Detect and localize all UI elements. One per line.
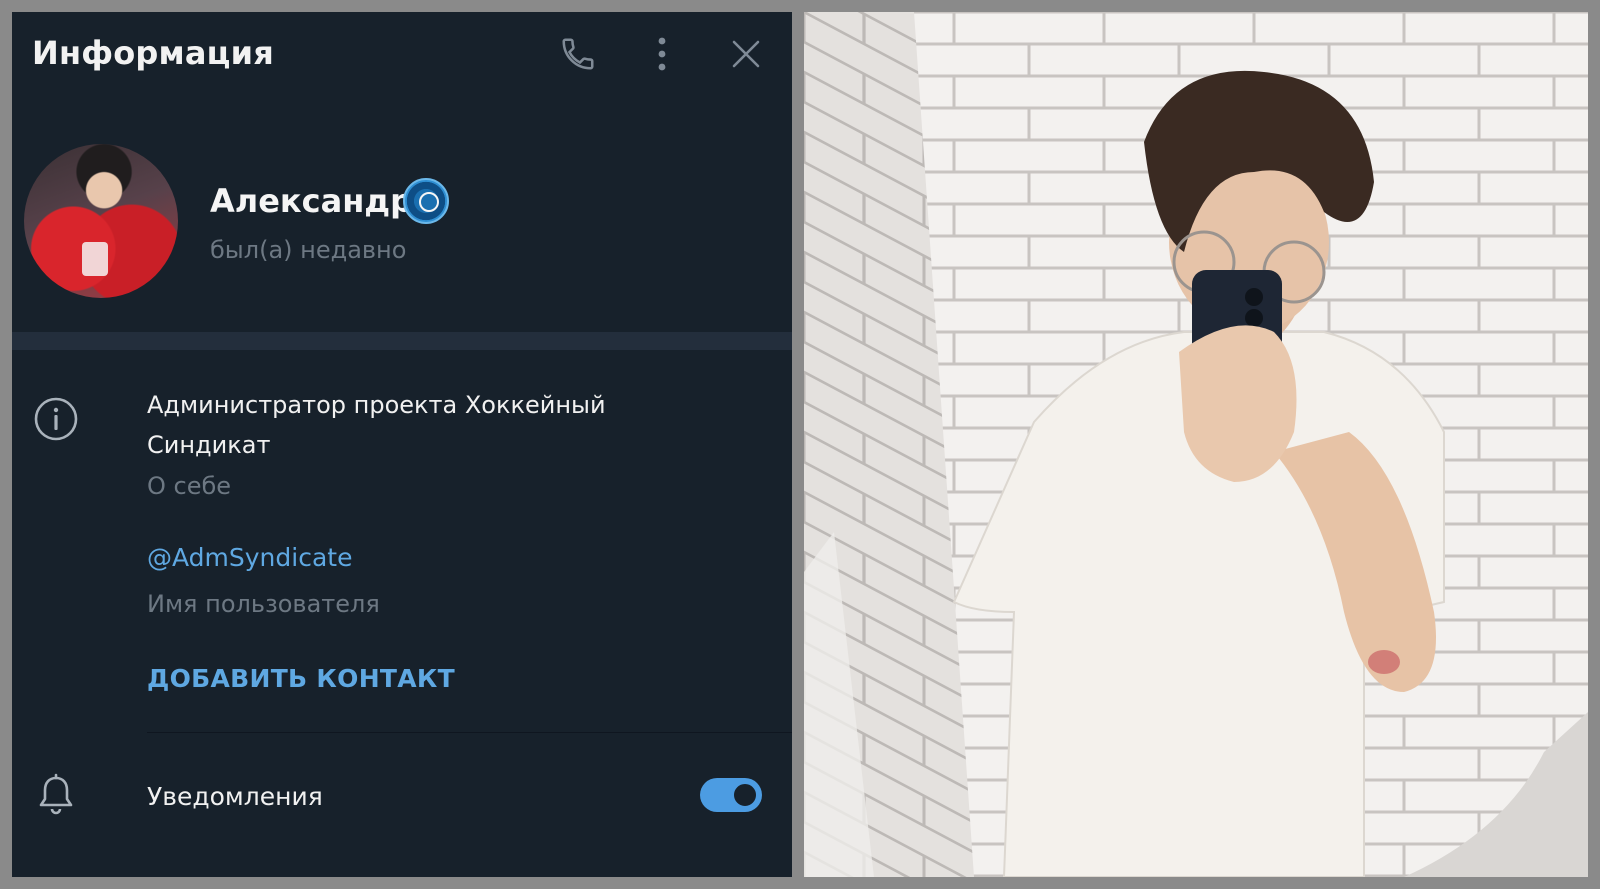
username-link[interactable]: @AdmSyndicate xyxy=(147,543,352,572)
close-icon xyxy=(732,40,760,68)
username-label: Имя пользователя xyxy=(147,590,380,618)
profile-info-panel: Информация Александр был(а) недавно Адми… xyxy=(12,12,792,877)
profile-name: Александр xyxy=(210,182,414,220)
mirror-selfie-photo xyxy=(804,12,1588,877)
avatar[interactable] xyxy=(24,144,178,298)
last-seen-status: был(а) недавно xyxy=(210,236,407,264)
add-contact-button[interactable]: ДОБАВИТЬ КОНТАКТ xyxy=(147,664,455,693)
profile-photo xyxy=(804,12,1588,877)
call-button[interactable] xyxy=(554,30,602,78)
notifications-label: Уведомления xyxy=(147,782,323,811)
notifications-toggle[interactable] xyxy=(700,778,762,812)
panel-title: Информация xyxy=(32,34,274,72)
verified-badge-icon xyxy=(403,178,449,224)
info-icon xyxy=(33,396,79,442)
bell-icon xyxy=(33,772,79,818)
more-vertical-icon xyxy=(658,37,666,71)
close-button[interactable] xyxy=(722,30,770,78)
phone-icon xyxy=(562,38,594,70)
more-menu-button[interactable] xyxy=(638,30,686,78)
about-text: Администратор проекта Хоккейный Синдикат xyxy=(147,391,606,459)
toggle-knob xyxy=(731,781,759,809)
about-label: О себе xyxy=(147,472,232,500)
divider xyxy=(147,732,792,733)
section-divider xyxy=(12,332,792,350)
